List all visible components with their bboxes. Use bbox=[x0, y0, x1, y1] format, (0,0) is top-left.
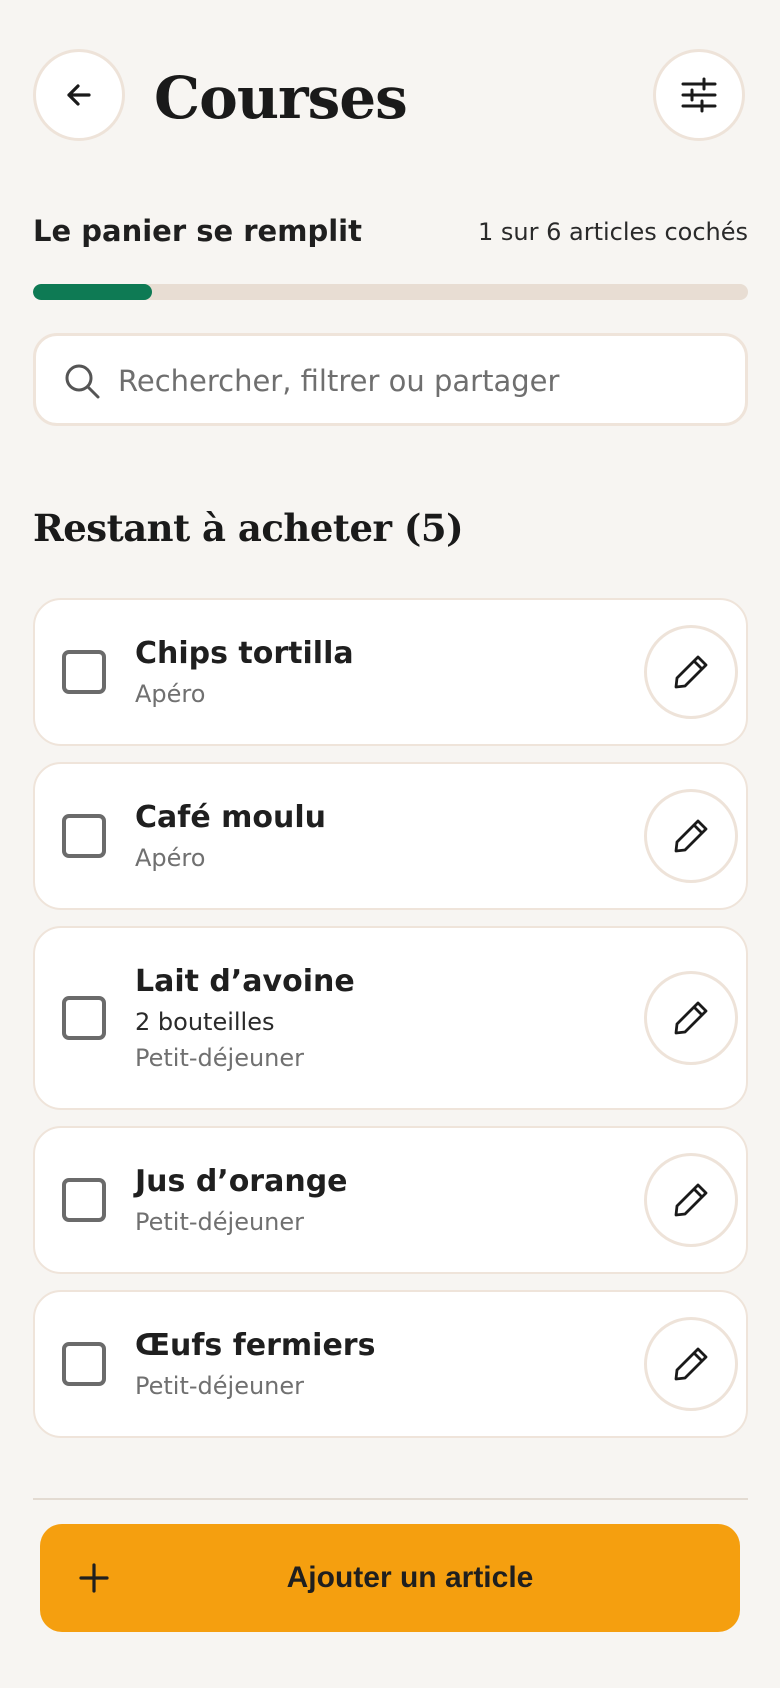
add-item-label: Ajouter un article bbox=[286, 1561, 534, 1594]
page-title: Courses bbox=[154, 64, 408, 132]
list-item[interactable]: Jus d’orange Petit-déjeuner bbox=[33, 1126, 748, 1274]
search-input[interactable] bbox=[116, 336, 720, 425]
pencil-icon bbox=[674, 655, 708, 689]
edit-button[interactable] bbox=[644, 1153, 738, 1247]
progress-bar-fill bbox=[33, 284, 153, 300]
item-checkbox[interactable] bbox=[62, 996, 106, 1040]
item-name: Café moulu bbox=[135, 800, 326, 835]
header: Courses bbox=[0, 0, 780, 190]
item-checkbox[interactable] bbox=[62, 1342, 106, 1386]
search-box[interactable] bbox=[33, 333, 748, 426]
pencil-icon bbox=[674, 1347, 708, 1381]
item-checkbox[interactable] bbox=[62, 1178, 106, 1222]
item-name: Lait d’avoine bbox=[135, 964, 355, 999]
progress-count: 1 sur 6 articles cochés bbox=[478, 218, 748, 246]
list-item[interactable]: Chips tortilla Apéro bbox=[33, 598, 748, 746]
pencil-icon bbox=[674, 1183, 708, 1217]
progress-bar bbox=[33, 284, 748, 300]
sliders-icon bbox=[681, 77, 717, 113]
pencil-icon bbox=[674, 819, 708, 853]
item-category: Petit-déjeuner bbox=[135, 1208, 305, 1236]
item-category: Petit-déjeuner bbox=[135, 1372, 305, 1400]
item-checkbox[interactable] bbox=[62, 814, 106, 858]
list-item[interactable]: Café moulu Apéro bbox=[33, 762, 748, 910]
pencil-icon bbox=[674, 1001, 708, 1035]
back-button[interactable] bbox=[33, 49, 125, 141]
item-category: Apéro bbox=[135, 680, 206, 708]
footer-divider bbox=[33, 1498, 748, 1500]
search-icon bbox=[65, 364, 100, 399]
section-title: Restant à acheter (5) bbox=[33, 506, 464, 550]
item-name: Œufs fermiers bbox=[135, 1328, 376, 1363]
item-checkbox[interactable] bbox=[62, 650, 106, 694]
edit-button[interactable] bbox=[644, 789, 738, 883]
item-category: Petit-déjeuner bbox=[135, 1044, 305, 1072]
edit-button[interactable] bbox=[644, 1317, 738, 1411]
list-item[interactable]: Œufs fermiers Petit-déjeuner bbox=[33, 1290, 748, 1438]
progress-label: Le panier se remplit bbox=[33, 214, 362, 248]
item-name: Jus d’orange bbox=[135, 1164, 348, 1199]
list-item[interactable]: Lait d’avoine 2 bouteilles Petit-déjeuner bbox=[33, 926, 748, 1110]
edit-button[interactable] bbox=[644, 971, 738, 1065]
edit-button[interactable] bbox=[644, 625, 738, 719]
arrow-left-icon bbox=[67, 84, 91, 106]
item-name: Chips tortilla bbox=[135, 636, 354, 671]
item-category: Apéro bbox=[135, 844, 206, 872]
add-item-button[interactable]: Ajouter un article bbox=[40, 1524, 740, 1632]
filter-button[interactable] bbox=[653, 49, 745, 141]
item-quantity: 2 bouteilles bbox=[135, 1008, 275, 1036]
